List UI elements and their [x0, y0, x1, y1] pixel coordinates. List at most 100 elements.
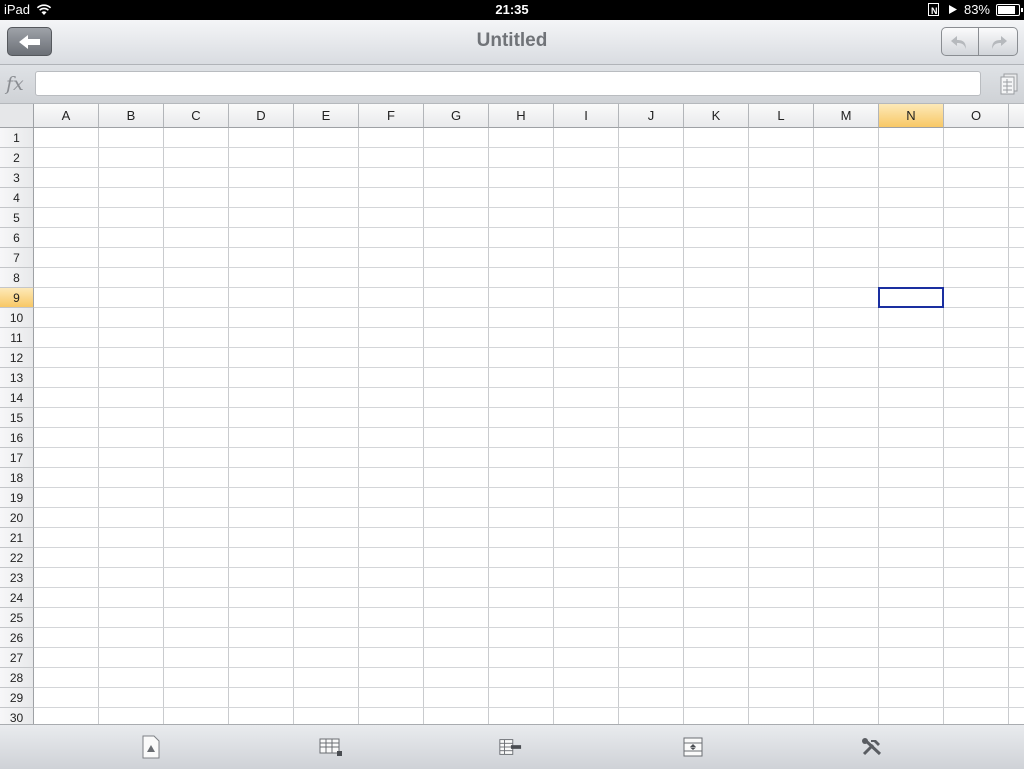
- row-header[interactable]: 23: [0, 568, 34, 588]
- grid-line: [34, 407, 1024, 408]
- row-header[interactable]: 28: [0, 668, 34, 688]
- grid-line: [34, 367, 1024, 368]
- column-header[interactable]: I: [554, 104, 619, 128]
- fx-label: fx: [6, 73, 24, 95]
- column-header[interactable]: H: [489, 104, 554, 128]
- column-header[interactable]: J: [619, 104, 684, 128]
- row-header[interactable]: 5: [0, 208, 34, 228]
- grid-line: [943, 128, 944, 724]
- spreadsheet-grid[interactable]: A B C D E F G H I J K L M N O 1 2 3 4 5 6 7 8 9 10 11 12 13 14 15 16 17…: [0, 104, 1024, 724]
- tools-icon[interactable]: [860, 735, 884, 759]
- row-header[interactable]: 25: [0, 608, 34, 628]
- column-header[interactable]: O: [944, 104, 1009, 128]
- grid-line: [34, 567, 1024, 568]
- grid-line: [488, 128, 489, 724]
- grid-line: [34, 647, 1024, 648]
- column-header[interactable]: M: [814, 104, 879, 128]
- grid-line: [34, 447, 1024, 448]
- row-header[interactable]: 12: [0, 348, 34, 368]
- column-header[interactable]: A: [34, 104, 99, 128]
- grid-line: [34, 627, 1024, 628]
- bottom-toolbar: [0, 724, 1024, 769]
- grid-line: [34, 327, 1024, 328]
- grid-line: [34, 587, 1024, 588]
- column-header[interactable]: C: [164, 104, 229, 128]
- row-header[interactable]: 22: [0, 548, 34, 568]
- grid-line: [683, 128, 684, 724]
- battery-percent: 83%: [963, 2, 990, 17]
- grid-line: [423, 128, 424, 724]
- grid-line: [34, 467, 1024, 468]
- column-header[interactable]: F: [359, 104, 424, 128]
- row-header[interactable]: 13: [0, 368, 34, 388]
- column-header[interactable]: D: [229, 104, 294, 128]
- undo-icon: [951, 35, 966, 49]
- document-icon[interactable]: [139, 735, 163, 759]
- row-header[interactable]: 15: [0, 408, 34, 428]
- row-header[interactable]: 14: [0, 388, 34, 408]
- row-header[interactable]: 7: [0, 248, 34, 268]
- undo-button[interactable]: [941, 27, 979, 56]
- navigation-bar: Untitled: [0, 20, 1024, 65]
- grid-line: [813, 128, 814, 724]
- grid-line: [34, 547, 1024, 548]
- row-header[interactable]: 30: [0, 708, 34, 724]
- formula-input[interactable]: [35, 71, 981, 96]
- row-header[interactable]: 1: [0, 128, 34, 148]
- row-header[interactable]: 19: [0, 488, 34, 508]
- grid-line: [748, 128, 749, 724]
- document-title: Untitled: [476, 30, 548, 51]
- sheets-icon[interactable]: [1000, 73, 1018, 95]
- selected-cell[interactable]: [878, 287, 944, 308]
- grid-line: [1008, 128, 1009, 724]
- notification-icon: N: [927, 3, 939, 16]
- grid-line: [34, 267, 1024, 268]
- grid-line: [34, 187, 1024, 188]
- grid-line: [34, 307, 1024, 308]
- grid-line: [34, 167, 1024, 168]
- status-bar: iPad 21:35 N 83%: [0, 0, 1024, 20]
- grid-line: [34, 147, 1024, 148]
- column-header[interactable]: K: [684, 104, 749, 128]
- grid-line: [34, 287, 1024, 288]
- row-header[interactable]: 26: [0, 628, 34, 648]
- row-header[interactable]: 21: [0, 528, 34, 548]
- grid-line: [34, 527, 1024, 528]
- grid-line: [98, 128, 99, 724]
- insert-row-icon[interactable]: [498, 735, 522, 759]
- row-header[interactable]: 24: [0, 588, 34, 608]
- grid-line: [618, 128, 619, 724]
- row-header[interactable]: 29: [0, 688, 34, 708]
- grid-line: [553, 128, 554, 724]
- row-header[interactable]: 2: [0, 148, 34, 168]
- row-header[interactable]: 6: [0, 228, 34, 248]
- column-header[interactable]: N: [879, 104, 944, 128]
- select-all-corner[interactable]: [0, 104, 34, 128]
- row-header[interactable]: 20: [0, 508, 34, 528]
- redo-button[interactable]: [979, 27, 1018, 56]
- row-header[interactable]: 3: [0, 168, 34, 188]
- grid-line: [34, 607, 1024, 608]
- column-header[interactable]: [1009, 104, 1024, 128]
- status-time: 21:35: [495, 2, 529, 17]
- row-header[interactable]: 16: [0, 428, 34, 448]
- column-header[interactable]: B: [99, 104, 164, 128]
- row-header[interactable]: 10: [0, 308, 34, 328]
- row-header[interactable]: 17: [0, 448, 34, 468]
- row-header[interactable]: 27: [0, 648, 34, 668]
- row-header[interactable]: 11: [0, 328, 34, 348]
- row-header[interactable]: 18: [0, 468, 34, 488]
- column-header[interactable]: L: [749, 104, 814, 128]
- play-icon: [948, 5, 957, 14]
- column-header[interactable]: E: [294, 104, 359, 128]
- row-header[interactable]: 4: [0, 188, 34, 208]
- row-header[interactable]: 8: [0, 268, 34, 288]
- grid-line: [163, 128, 164, 724]
- column-header[interactable]: G: [424, 104, 489, 128]
- grid-line: [34, 227, 1024, 228]
- svg-text:N: N: [931, 6, 938, 16]
- battery-icon: [996, 3, 1023, 16]
- row-header[interactable]: 9: [0, 288, 34, 308]
- row-height-icon[interactable]: [681, 735, 705, 759]
- table-icon[interactable]: [319, 735, 343, 759]
